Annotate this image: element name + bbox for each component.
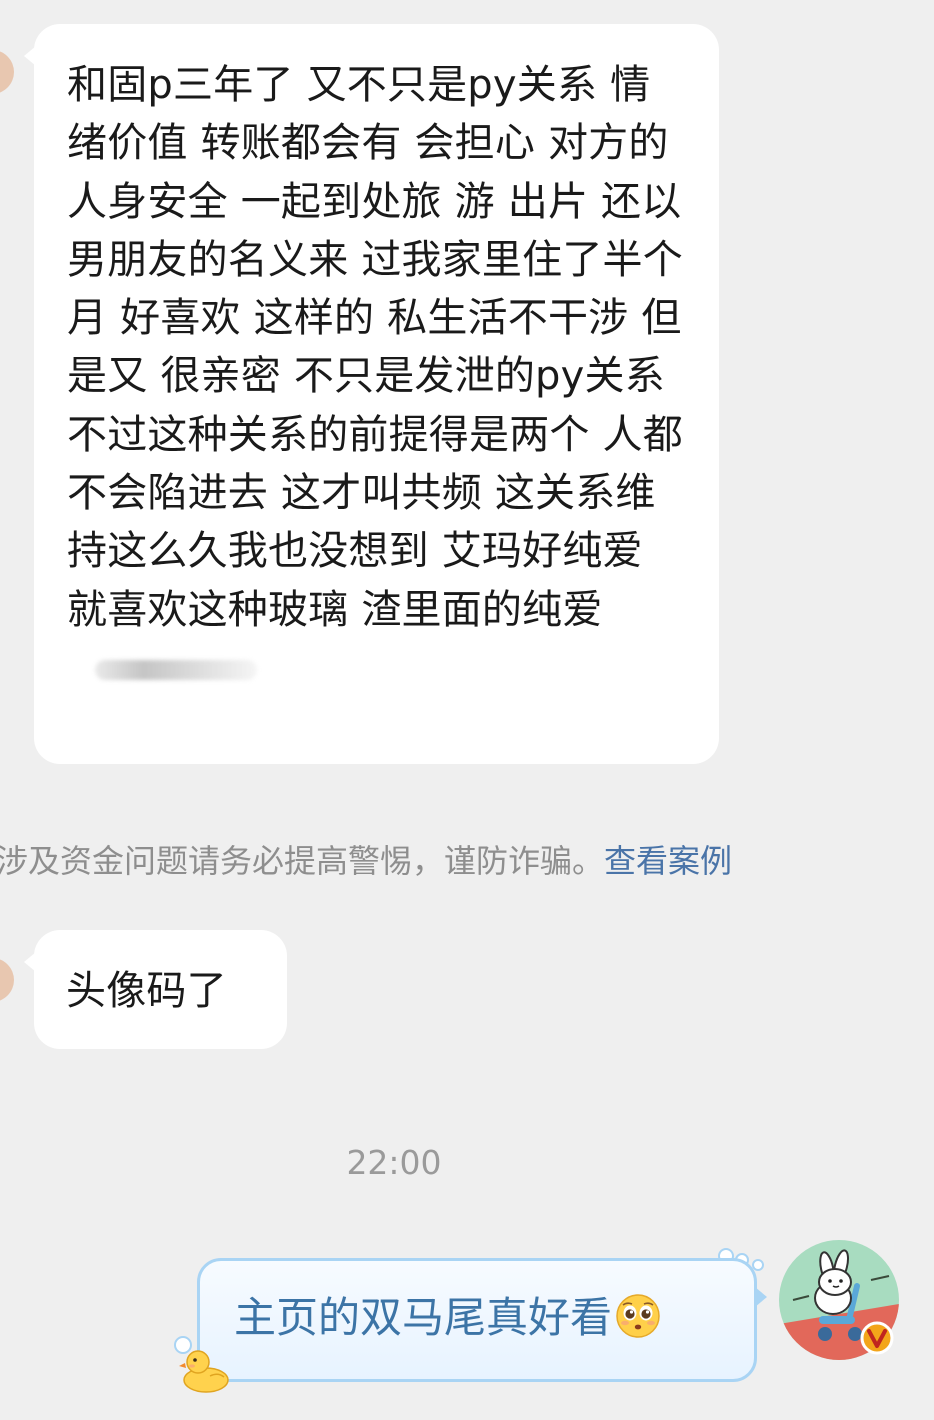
verified-badge-icon xyxy=(860,1321,894,1355)
blurred-signature xyxy=(95,659,257,680)
incoming-message-bubble[interactable]: 头像码了 xyxy=(24,930,287,1049)
pleading-face-emoji xyxy=(616,1294,660,1338)
message-text: 主页的双马尾真好看 xyxy=(234,1289,754,1347)
my-avatar-bunny[interactable] xyxy=(779,1240,899,1360)
message-text: 和固p三年了 又不只是py关系 情绪价值 转账都会有 会担心 对方的人身安全 一… xyxy=(67,56,689,697)
notice-text: 涉及资金问题请务必提高警惕，谨防诈骗。 xyxy=(0,842,605,880)
message-timestamp: 22:00 xyxy=(346,1143,442,1182)
outgoing-message-bubble[interactable]: 主页的双马尾真好看 xyxy=(197,1258,767,1382)
sender-avatar-partial[interactable] xyxy=(0,50,14,94)
fraud-warning-notice: 涉及资金问题请务必提高警惕，谨防诈骗。查看案例 xyxy=(0,836,732,882)
duck-sticker-icon xyxy=(179,1350,229,1393)
message-text: 头像码了 xyxy=(66,968,227,1014)
view-cases-link[interactable]: 查看案例 xyxy=(604,842,732,880)
incoming-message-bubble[interactable]: 和固p三年了 又不只是py关系 情绪价值 转账都会有 会担心 对方的人身安全 一… xyxy=(24,24,719,764)
sender-avatar-partial[interactable] xyxy=(0,958,14,1002)
